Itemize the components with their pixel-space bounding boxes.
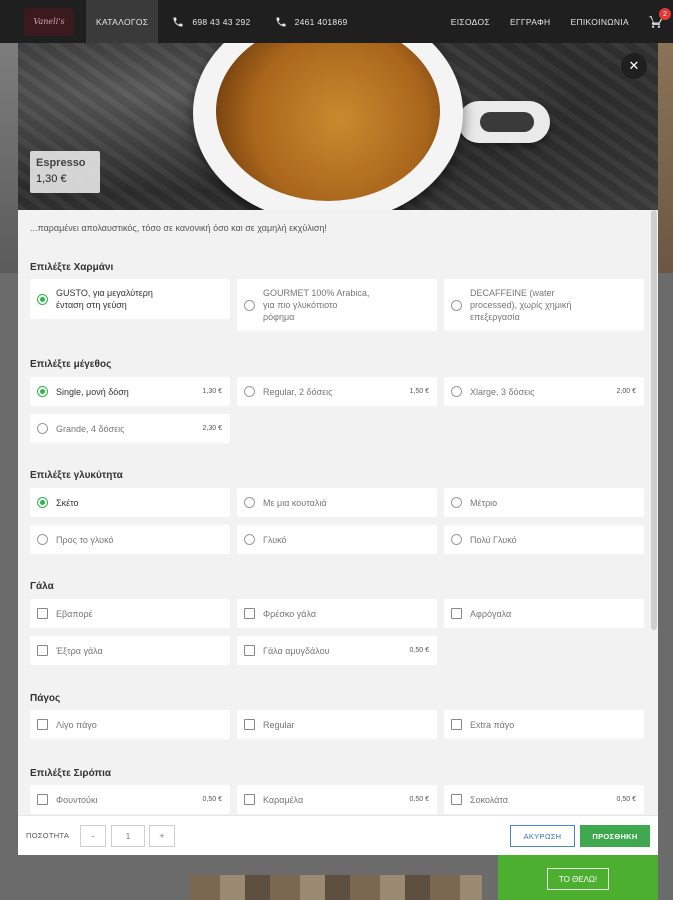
- option-price: 0,50 €: [409, 796, 429, 803]
- milk-option-fresh[interactable]: Φρέσκο γάλα: [237, 599, 437, 628]
- checkbox[interactable]: [451, 794, 462, 805]
- section-title-syrups: Επιλέξτε Σιρόπια: [30, 768, 111, 779]
- radio-unselected[interactable]: [244, 299, 255, 311]
- radio-unselected[interactable]: [451, 497, 462, 508]
- nav-phone-mobile[interactable]: 698 43 43 292: [162, 0, 260, 43]
- radio-unselected[interactable]: [37, 534, 48, 545]
- checkbox[interactable]: [244, 794, 255, 805]
- nav-contact[interactable]: ΕΠΙΚΟΙΝΩΝΙΑ: [560, 0, 639, 43]
- option-price: 0,50 €: [409, 647, 429, 654]
- product-price-tag: Espresso 1,30 €: [30, 151, 100, 193]
- close-button[interactable]: ✕: [621, 53, 647, 79]
- phone-icon: [276, 17, 286, 26]
- section-title-size: Επιλέξτε μέγεθος: [30, 359, 112, 370]
- product-options-modal: Espresso 1,30 € ✕ ...παραμένει απολαυστι…: [18, 43, 658, 855]
- sweetness-option-semi-sweet[interactable]: Προς το γλυκό: [30, 525, 230, 554]
- close-icon: ✕: [628, 58, 640, 73]
- blend-option-gusto[interactable]: GUSTO, για μεγαλύτερη ένταση στη γεύση: [30, 279, 230, 319]
- radio-unselected[interactable]: [451, 534, 462, 545]
- section-title-milk: Γάλα: [30, 581, 54, 592]
- checkbox[interactable]: [244, 719, 255, 730]
- ice-option-regular[interactable]: Regular: [237, 710, 437, 739]
- option-price: 2,30 €: [202, 425, 222, 432]
- option-price: 1,50 €: [409, 388, 429, 395]
- cancel-button[interactable]: ΑΚΥΡΩΣΗ: [510, 825, 575, 847]
- option-price: 0,50 €: [202, 796, 222, 803]
- cart-button[interactable]: 2: [639, 0, 673, 43]
- size-option-xlarge[interactable]: Xlarge, 3 δόσεις 2,00 €: [444, 377, 644, 406]
- phone-number-mobile: 698 43 43 292: [192, 16, 251, 27]
- ice-option-little[interactable]: Λίγο πάγο: [30, 710, 230, 739]
- checkbox[interactable]: [244, 645, 255, 656]
- radio-unselected[interactable]: [244, 534, 255, 545]
- syrup-option-chocolate[interactable]: Σοκολάτα 0,50 €: [444, 785, 644, 814]
- add-to-cart-button[interactable]: ΠΡΟΣΘΗΚΗ: [580, 825, 650, 847]
- background-product-image: [190, 875, 482, 900]
- radio-unselected[interactable]: [451, 386, 462, 397]
- checkbox[interactable]: [37, 719, 48, 730]
- options-scroll-area[interactable]: ...παραμένει απολαυστικός, τόσο σε κανον…: [18, 210, 658, 815]
- scrollbar[interactable]: [651, 210, 657, 630]
- checkbox[interactable]: [37, 794, 48, 805]
- checkbox[interactable]: [451, 719, 462, 730]
- modal-footer: ΠΟΣΟΤΗΤΑ - 1 + ΑΚΥΡΩΣΗ ΠΡΟΣΘΗΚΗ: [18, 815, 658, 855]
- radio-unselected[interactable]: [244, 386, 255, 397]
- phone-icon: [173, 17, 183, 26]
- sweetness-option-medium[interactable]: Μέτριο: [444, 488, 644, 517]
- milk-option-foam[interactable]: Αφρόγαλα: [444, 599, 644, 628]
- blend-option-gourmet[interactable]: GOURMET 100% Arabica, για πιο γλυκόπιοτο ρ…: [237, 279, 437, 331]
- quantity-label: ΠΟΣΟΤΗΤΑ: [26, 831, 70, 840]
- radio-unselected[interactable]: [451, 299, 462, 311]
- checkbox[interactable]: [37, 608, 48, 619]
- product-description: ...παραμένει απολαυστικός, τόσο σε κανον…: [30, 223, 327, 233]
- radio-selected[interactable]: [37, 386, 48, 397]
- radio-unselected[interactable]: [37, 423, 48, 434]
- size-option-regular[interactable]: Regular, 2 δόσεις 1,50 €: [237, 377, 437, 406]
- radio-selected[interactable]: [37, 497, 48, 508]
- background-page-left: [0, 43, 18, 273]
- nav-login[interactable]: ΕΙΣΟΔΟΣ: [441, 0, 500, 43]
- nav-phone-landline[interactable]: 2461 401869: [265, 0, 358, 43]
- size-option-single[interactable]: Single, μονή δόση 1,30 €: [30, 377, 230, 406]
- quantity-decrease-button[interactable]: -: [80, 825, 106, 847]
- sweetness-option-sweet[interactable]: Γλυκό: [237, 525, 437, 554]
- milk-option-extra[interactable]: Έξτρα γάλα: [30, 636, 230, 665]
- quantity-input[interactable]: 1: [111, 825, 145, 847]
- syrup-option-caramel[interactable]: Καραμέλα 0,50 €: [237, 785, 437, 814]
- product-hero-image: Espresso 1,30 € ✕: [18, 43, 658, 210]
- logo[interactable]: Vaneli's: [24, 7, 74, 36]
- section-title-blend: Επιλέξτε Χαρμάνι: [30, 262, 114, 273]
- quantity-increase-button[interactable]: +: [149, 825, 175, 847]
- option-price: 2,00 €: [616, 388, 636, 395]
- size-option-grande[interactable]: Grande, 4 δόσεις 2,30 €: [30, 414, 230, 443]
- product-name: Espresso: [36, 157, 86, 169]
- product-price: 1,30 €: [36, 173, 67, 185]
- sweetness-option-one-spoon[interactable]: Με μια κουταλιά: [237, 488, 437, 517]
- milk-option-almond[interactable]: Γάλα αμυγδάλου 0,50 €: [237, 636, 437, 665]
- nav-register[interactable]: ΕΓΓΡΑΦΗ: [500, 0, 561, 43]
- radio-unselected[interactable]: [244, 497, 255, 508]
- option-price: 0,50 €: [616, 796, 636, 803]
- sweetness-option-very-sweet[interactable]: Πολύ Γλυκό: [444, 525, 644, 554]
- background-cta-button[interactable]: ΤΟ ΘΕΛΩ!: [547, 868, 609, 890]
- background-page-right: [657, 43, 673, 273]
- section-title-sweetness: Επιλέξτε γλυκύτητα: [30, 470, 123, 481]
- section-title-ice: Πάγος: [30, 693, 61, 704]
- top-navigation: Vaneli's ΚΑΤΑΛΟΓΟΣ 698 43 43 292 2461 40…: [0, 0, 673, 43]
- blend-option-decaffeine[interactable]: DECAFFEINE (water processed), χωρίς χημικ…: [444, 279, 644, 331]
- syrup-option-hazelnut[interactable]: Φουντούκι 0,50 €: [30, 785, 230, 814]
- radio-selected[interactable]: [37, 293, 48, 305]
- nav-catalog[interactable]: ΚΑΤΑΛΟΓΟΣ: [86, 0, 159, 43]
- phone-number-landline: 2461 401869: [294, 16, 348, 27]
- cart-count-badge: 2: [659, 8, 671, 20]
- sweetness-option-plain[interactable]: Σκέτο: [30, 488, 230, 517]
- checkbox[interactable]: [244, 608, 255, 619]
- checkbox[interactable]: [451, 608, 462, 619]
- milk-option-evaporated[interactable]: Εβαπορέ: [30, 599, 230, 628]
- checkbox[interactable]: [37, 645, 48, 656]
- ice-option-extra[interactable]: Extra πάγο: [444, 710, 644, 739]
- option-price: 1,30 €: [202, 388, 222, 395]
